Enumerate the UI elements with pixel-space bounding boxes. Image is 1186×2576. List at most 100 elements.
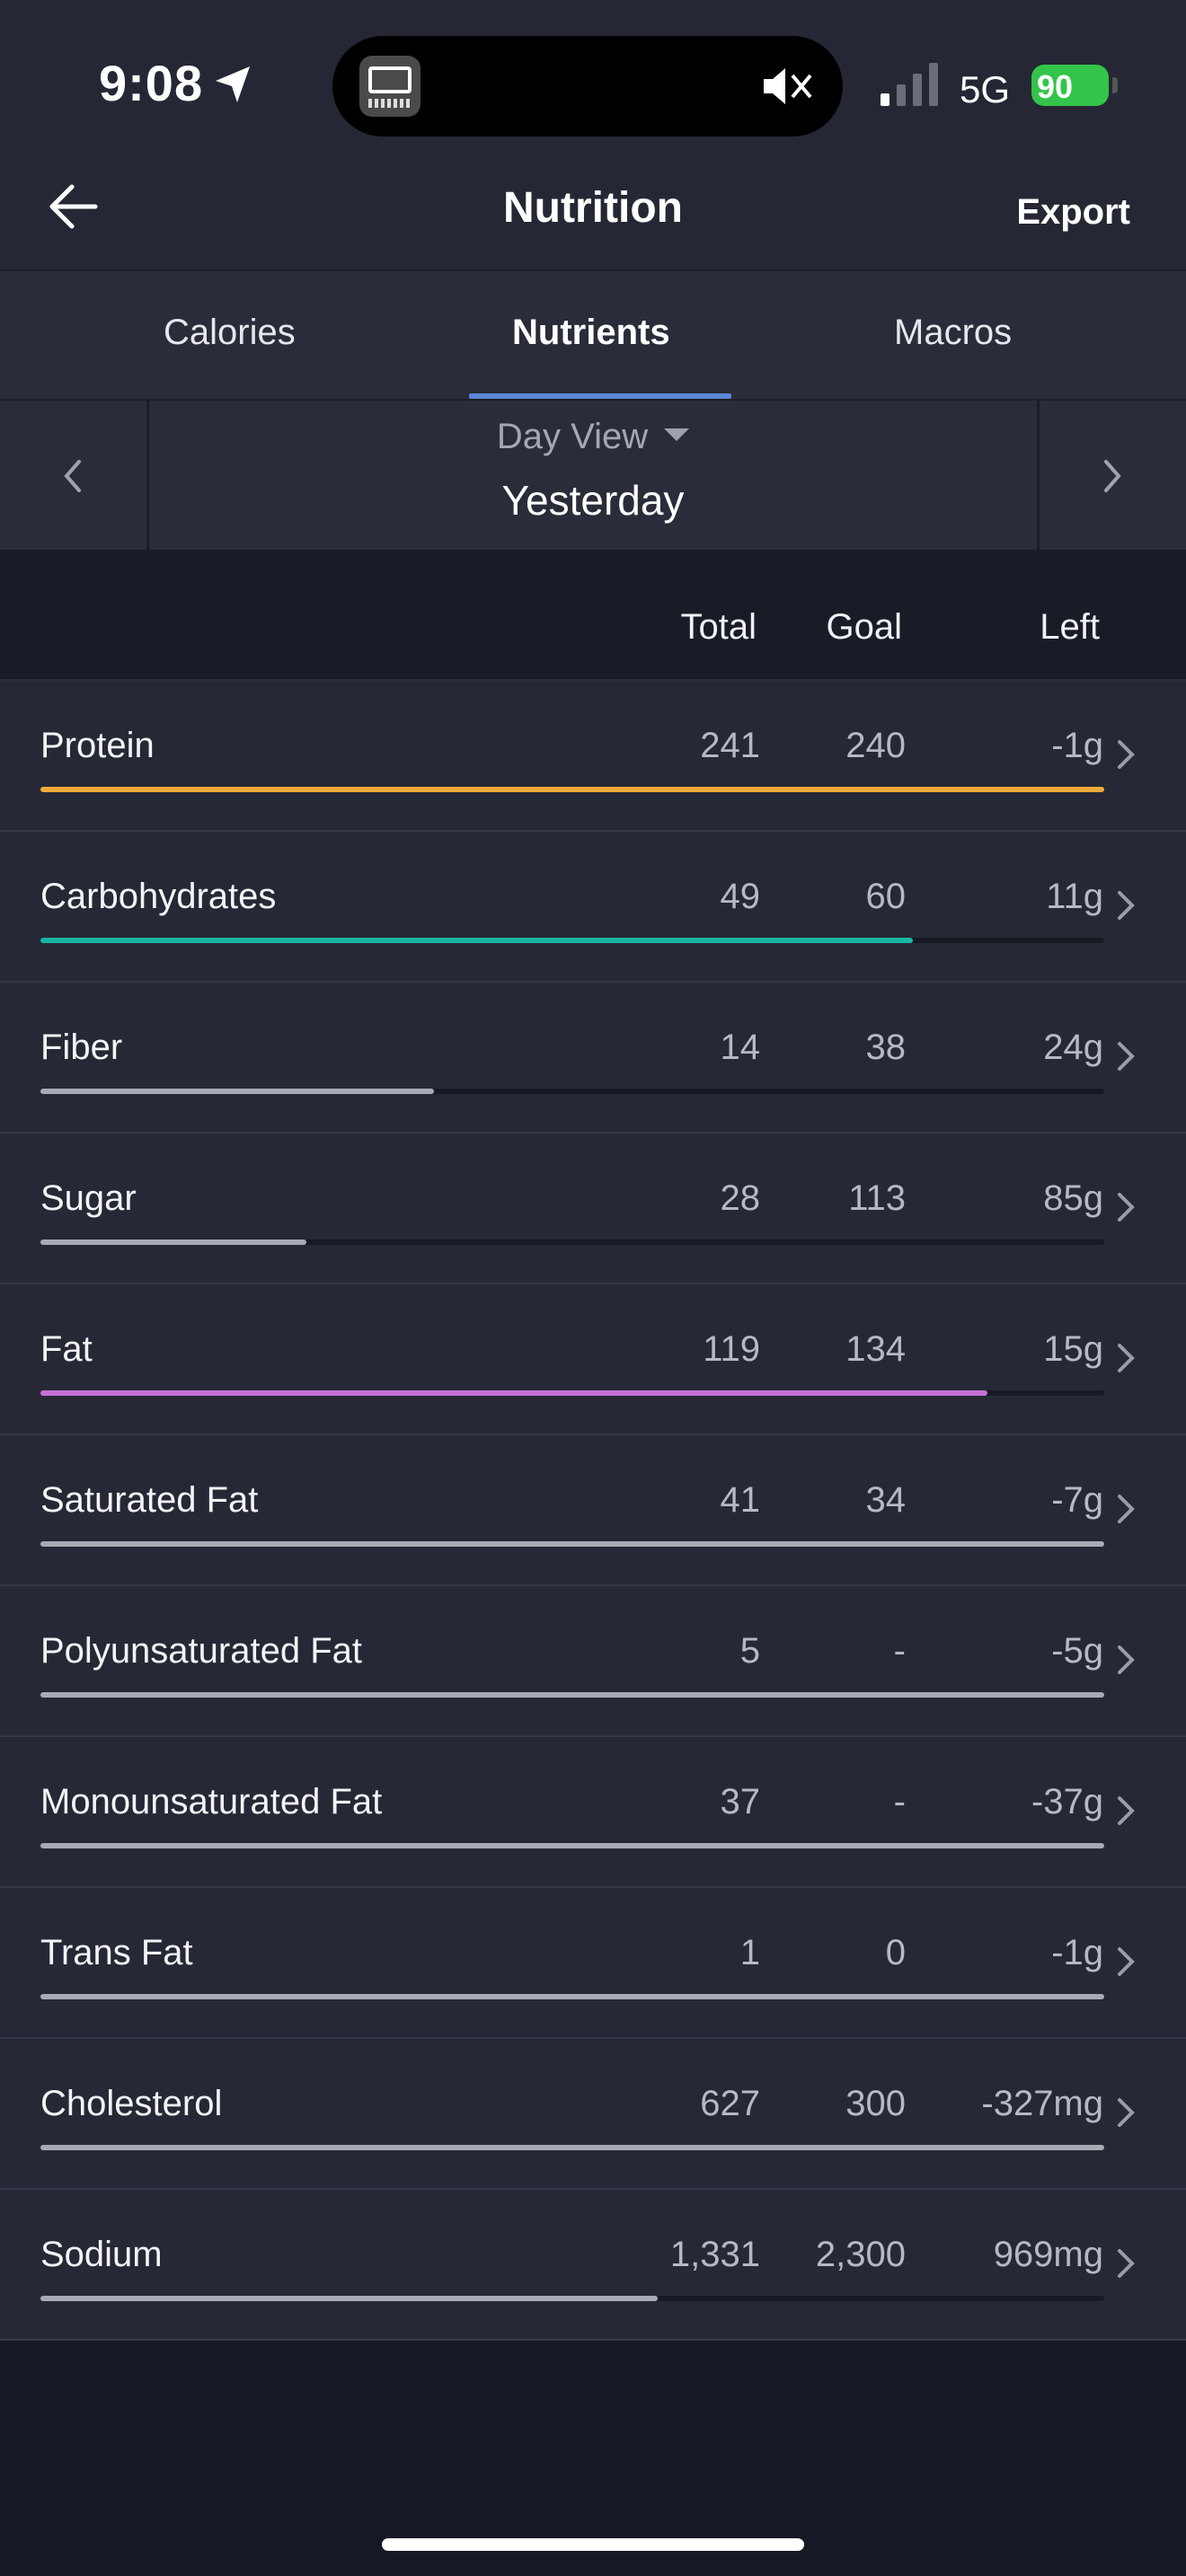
- nutrient-row-carbohydrates[interactable]: Carbohydrates 49 60 11g: [0, 832, 1186, 983]
- nutrient-name: Fat: [40, 1329, 93, 1369]
- location-arrow-icon: [212, 63, 255, 106]
- nutrient-row-monounsaturated-fat[interactable]: Monounsaturated Fat 37 - -37g: [0, 1737, 1186, 1888]
- home-indicator[interactable]: [382, 2538, 804, 2551]
- export-button[interactable]: Export: [1016, 192, 1130, 233]
- selected-date: Yesterday: [501, 477, 685, 524]
- tab-bar: Calories Nutrients Macros: [0, 269, 1186, 399]
- chevron-right-icon: [1104, 460, 1121, 492]
- progress-track: [40, 1089, 1104, 1094]
- progress-fill: [40, 1390, 987, 1396]
- chevron-right-icon: [1118, 1796, 1135, 1825]
- progress-track: [40, 1692, 1104, 1698]
- progress-fill: [40, 1843, 1104, 1848]
- nutrient-name: Cholesterol: [40, 2084, 223, 2123]
- nutrient-goal: -: [893, 1631, 906, 1671]
- nutrient-total: 49: [720, 877, 761, 916]
- nutrient-goal: 38: [865, 1028, 907, 1067]
- nutrient-total: 119: [703, 1329, 760, 1369]
- nutrient-total: 1: [739, 1933, 760, 1972]
- nutrient-goal: -: [893, 1782, 906, 1822]
- progress-track: [40, 1541, 1104, 1547]
- progress-fill: [40, 1692, 1104, 1698]
- progress-fill: [40, 2145, 1104, 2150]
- nutrient-name: Fiber: [40, 1028, 123, 1067]
- nutrient-total: 41: [720, 1480, 761, 1520]
- tab-calories[interactable]: Calories: [164, 313, 296, 353]
- status-bar: 9:08 5G 90: [0, 0, 1186, 144]
- progress-fill: [40, 1994, 1104, 1999]
- tab-nutrients[interactable]: Nutrients: [512, 313, 670, 353]
- nutrient-goal: 134: [845, 1329, 906, 1369]
- progress-track: [40, 1843, 1104, 1848]
- nav-bar: Nutrition Export: [0, 144, 1186, 269]
- chevron-right-icon: [1118, 891, 1135, 920]
- nutrient-left: 24g: [1043, 1028, 1103, 1067]
- nutrient-total: 1,331: [669, 2235, 760, 2274]
- nutrient-name: Protein: [40, 726, 155, 765]
- progress-fill: [40, 1089, 435, 1094]
- nutrient-name: Sodium: [40, 2235, 163, 2274]
- nutrient-name: Trans Fat: [40, 1933, 193, 1972]
- caret-down-icon: [664, 428, 690, 442]
- nutrient-name: Sugar: [40, 1178, 137, 1218]
- date-selector: Day View Yesterday: [0, 399, 1186, 551]
- nutrient-row-fiber[interactable]: Fiber 14 38 24g: [0, 983, 1186, 1134]
- progress-fill: [40, 1541, 1104, 1547]
- network-label: 5G: [960, 68, 1011, 110]
- nutrient-left: -37g: [1031, 1782, 1103, 1822]
- chevron-right-icon: [1118, 1645, 1135, 1674]
- nutrient-row-trans-fat[interactable]: Trans Fat 1 0 -1g: [0, 1888, 1186, 2039]
- next-day-button[interactable]: [1037, 401, 1186, 551]
- status-time: 9:08: [99, 55, 204, 111]
- nutrient-total: 37: [720, 1782, 761, 1822]
- progress-fill: [40, 787, 1104, 792]
- progress-track: [40, 1239, 1104, 1245]
- nutrient-row-sugar[interactable]: Sugar 28 113 85g: [0, 1134, 1186, 1284]
- nutrient-goal: 0: [885, 1933, 906, 1972]
- nutrient-name: Polyunsaturated Fat: [40, 1631, 362, 1671]
- nutrient-list: Protein 241 240 -1g Carbohydrates 49 60 …: [0, 681, 1186, 2341]
- progress-track: [40, 1994, 1104, 1999]
- battery-icon: 90: [1031, 65, 1109, 106]
- nutrient-left: -5g: [1051, 1631, 1103, 1671]
- nutrient-left: 85g: [1043, 1178, 1103, 1218]
- progress-fill: [40, 2296, 658, 2301]
- progress-track: [40, 787, 1104, 792]
- nutrient-left: -1g: [1051, 726, 1103, 765]
- nutrient-goal: 60: [865, 877, 907, 916]
- nutrient-row-polyunsaturated-fat[interactable]: Polyunsaturated Fat 5 - -5g: [0, 1586, 1186, 1737]
- column-header-total: Total: [680, 607, 757, 647]
- nutrient-row-protein[interactable]: Protein 241 240 -1g: [0, 681, 1186, 832]
- nutrient-row-cholesterol[interactable]: Cholesterol 627 300 -327mg: [0, 2039, 1186, 2190]
- progress-track: [40, 938, 1104, 943]
- nutrient-row-sodium[interactable]: Sodium 1,331 2,300 969mg: [0, 2190, 1186, 2341]
- column-header-left: Left: [1040, 607, 1100, 647]
- chevron-right-icon: [1118, 1344, 1135, 1372]
- nutrient-total: 28: [720, 1178, 761, 1218]
- nutrient-name: Carbohydrates: [40, 877, 277, 916]
- nutrient-goal: 34: [865, 1480, 907, 1520]
- day-view-label: Day View: [496, 417, 649, 456]
- progress-track: [40, 2296, 1104, 2301]
- progress-track: [40, 2145, 1104, 2150]
- progress-track: [40, 1390, 1104, 1396]
- nutrient-left: 15g: [1043, 1329, 1103, 1369]
- day-view-dropdown[interactable]: Day View: [0, 417, 1186, 457]
- tab-macros[interactable]: Macros: [894, 313, 1012, 353]
- nutrient-row-fat[interactable]: Fat 119 134 15g: [0, 1284, 1186, 1435]
- chevron-right-icon: [1118, 1947, 1135, 1976]
- progress-fill: [40, 1239, 306, 1245]
- nutrient-goal: 113: [848, 1178, 906, 1218]
- nutrition-screen: 9:08 5G 90 Nutrition Export Calories Nut…: [0, 0, 1186, 2576]
- battery-level: 90: [1037, 68, 1074, 105]
- chevron-right-icon: [1118, 1495, 1135, 1523]
- nutrient-total: 627: [700, 2084, 760, 2123]
- nutrient-name: Monounsaturated Fat: [40, 1782, 383, 1822]
- nutrient-left: -327mg: [981, 2084, 1103, 2123]
- chevron-right-icon: [1118, 1193, 1135, 1222]
- nutrient-total: 14: [720, 1028, 761, 1067]
- nutrient-goal: 2,300: [815, 2235, 906, 2274]
- column-header-goal: Goal: [826, 607, 903, 647]
- nutrient-total: 241: [700, 726, 760, 765]
- nutrient-row-saturated-fat[interactable]: Saturated Fat 41 34 -7g: [0, 1435, 1186, 1586]
